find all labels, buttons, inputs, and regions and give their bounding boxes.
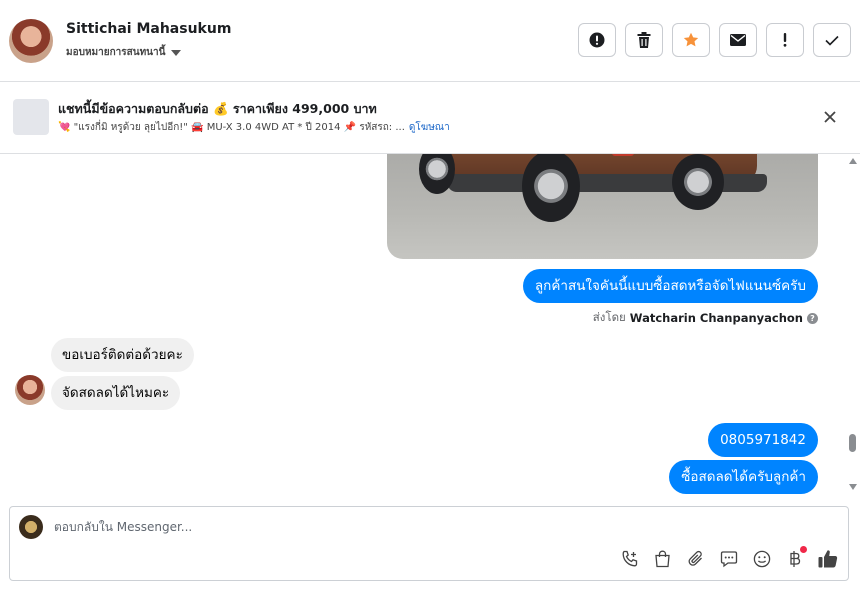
contact-name[interactable]: Sittichai Mahasukum (66, 21, 231, 37)
thumbs-up-icon (818, 550, 837, 568)
exclamation-icon (783, 33, 787, 47)
smiley-icon (753, 550, 770, 567)
sent-by-prefix: ส่งโดย (592, 310, 626, 324)
shop-button[interactable] (652, 548, 673, 569)
call-button[interactable] (619, 548, 640, 569)
delete-button[interactable] (625, 23, 663, 57)
ad-context-banner: แชทนี้มีข้อความตอบกลับต่อ 💰 ราคาเพียง 49… (0, 83, 860, 154)
scroll-thumb[interactable] (849, 434, 856, 452)
mark-spam-button[interactable] (578, 23, 616, 57)
paperclip-icon (688, 550, 702, 566)
message-bubble-incoming[interactable]: ขอเบอร์ติดต่อด้วยคะ (51, 338, 194, 372)
ad-title: แชทนี้มีข้อความตอบกลับต่อ 💰 ราคาเพียง 49… (58, 101, 377, 116)
car-photo-attachment[interactable] (387, 154, 818, 259)
scroll-up-arrow-icon[interactable] (849, 158, 857, 164)
message-bubble-outgoing[interactable]: 0805971842 (708, 423, 818, 457)
message-bubble-outgoing[interactable]: ลูกค้าสนใจคันนี้แบบซื้อสดหรือจัดไฟแนนซ์ค… (522, 269, 818, 303)
ad-thumbnail (13, 99, 49, 135)
chat-bubble-icon (720, 550, 737, 567)
assign-label: มอบหมายการสนทนานี้ (66, 47, 166, 58)
payment-button[interactable] (784, 546, 807, 569)
baht-icon (789, 550, 800, 567)
composer-toolbar (619, 546, 838, 569)
scroll-down-arrow-icon[interactable] (849, 484, 857, 490)
alert-circle-icon (589, 32, 605, 48)
star-icon (683, 32, 699, 47)
phone-plus-icon (622, 550, 637, 566)
check-icon (825, 35, 839, 46)
star-button[interactable] (672, 23, 710, 57)
mark-done-button[interactable] (813, 23, 851, 57)
view-ad-link[interactable]: ดูโฆษณา (409, 122, 450, 133)
sent-by-label: ส่งโดย Watcharin Chanpanyachon ? (593, 309, 818, 327)
message-thread[interactable]: ลูกค้าสนใจคันนี้แบบซื้อสดหรือจัดไฟแนนซ์ค… (0, 154, 860, 500)
sent-by-name: Watcharin Chanpanyachon (629, 311, 803, 325)
ad-subtitle-text: 💘 "แรงกี่มิ หรูด้วย ลุยไปอีก!" 🚘 MU-X 3.… (58, 122, 405, 133)
car-wheel-shape (672, 154, 724, 210)
thread-scrollbar[interactable] (846, 154, 860, 500)
reply-input[interactable] (54, 520, 654, 534)
saved-replies-button[interactable] (718, 548, 739, 569)
ad-subtitle: 💘 "แรงกี่มิ หรูด้วย ลุยไปอีก!" 🚘 MU-X 3.… (58, 120, 450, 135)
car-wheel-shape (522, 154, 580, 222)
close-icon[interactable] (822, 109, 838, 125)
reply-composer (9, 506, 849, 581)
trash-icon (637, 32, 651, 48)
help-icon[interactable]: ? (807, 312, 818, 324)
envelope-icon (730, 34, 746, 46)
contact-avatar-small (15, 375, 45, 405)
message-bubble-outgoing[interactable]: ซื้อสดลดได้ครับลูกค้า (669, 460, 818, 494)
assign-conversation-dropdown[interactable]: มอบหมายการสนทนานี้ (66, 45, 182, 60)
emoji-button[interactable] (751, 548, 772, 569)
conversation-header: Sittichai Mahasukum มอบหมายการสนทนานี้ (0, 0, 860, 82)
message-bubble-incoming[interactable]: จัดสดลดได้ไหมคะ (51, 376, 181, 410)
header-actions (578, 23, 851, 57)
attach-button[interactable] (685, 548, 706, 569)
page-avatar (19, 515, 43, 539)
send-like-button[interactable] (817, 548, 838, 569)
car-taillight-shape (612, 154, 634, 156)
notification-dot (800, 546, 807, 553)
shopping-bag-icon (655, 550, 670, 567)
contact-avatar[interactable] (9, 19, 53, 63)
caret-down-icon (171, 49, 182, 56)
mark-unread-button[interactable] (719, 23, 757, 57)
follow-up-button[interactable] (766, 23, 804, 57)
